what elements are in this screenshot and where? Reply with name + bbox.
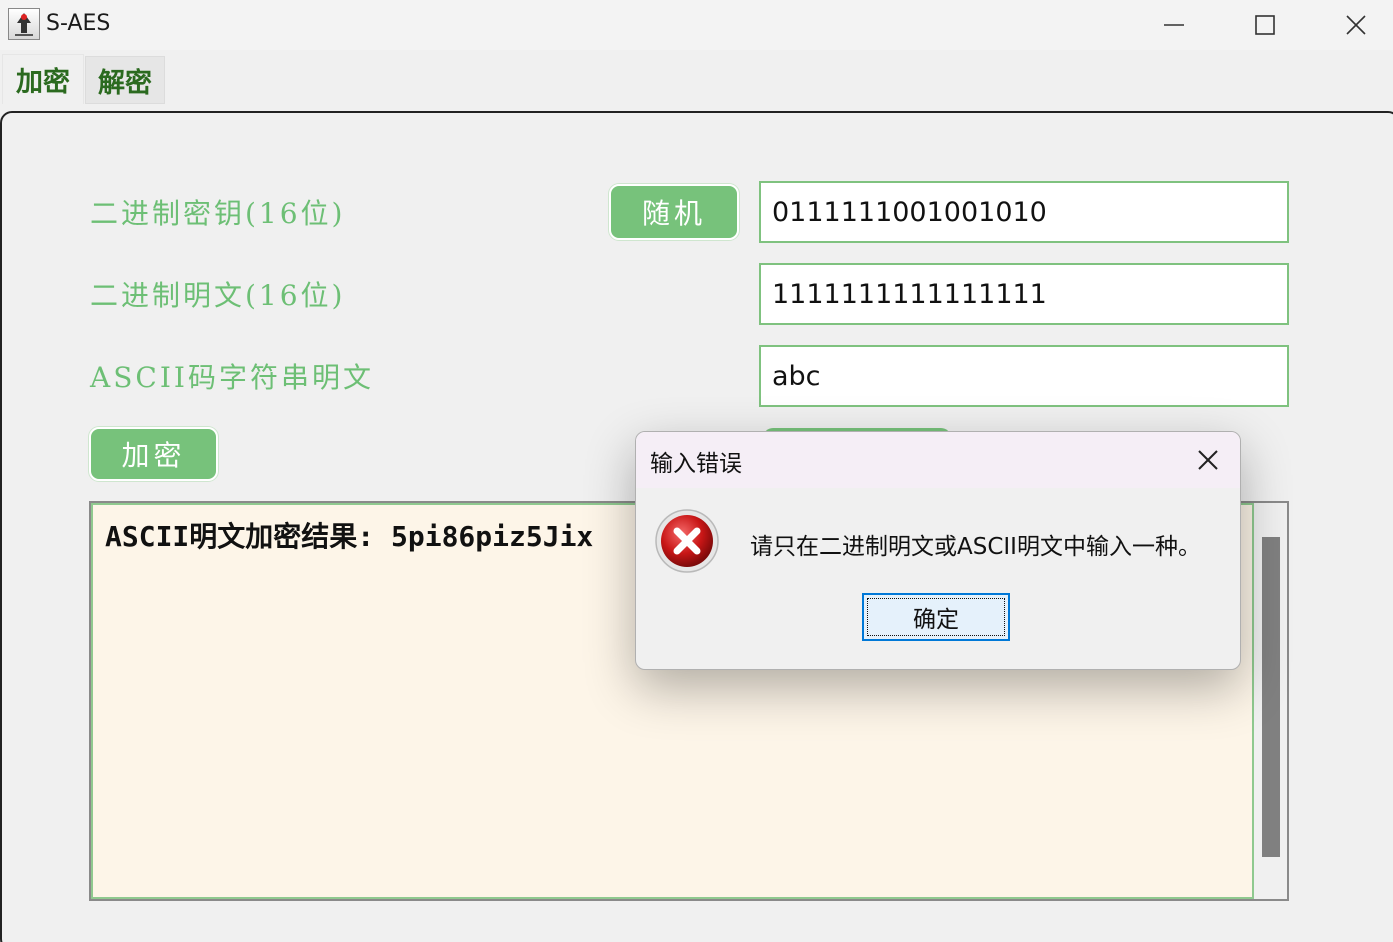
binary-plaintext-input[interactable]: 1111111111111111 — [759, 263, 1289, 325]
dialog-title-bar: 输入错误 — [636, 432, 1240, 488]
tab-encrypt[interactable]: 加密 — [2, 54, 84, 104]
ok-button[interactable]: 确定 — [862, 593, 1010, 641]
maximize-button[interactable] — [1219, 0, 1311, 50]
key-label: 二进制密钥(16位) — [90, 197, 346, 230]
vertical-scrollbar[interactable] — [1254, 503, 1287, 899]
close-icon — [1198, 450, 1218, 470]
close-window-button[interactable] — [1310, 0, 1393, 50]
scrollbar-thumb[interactable] — [1262, 537, 1280, 857]
close-icon — [1346, 15, 1366, 35]
dialog-close-button[interactable] — [1176, 432, 1240, 488]
maximize-icon — [1255, 15, 1275, 35]
random-key-button[interactable]: 随机 — [609, 184, 739, 240]
error-dialog: 输入错误 请只在二进制明文或ASCII明文中输入一种。 确定 — [635, 431, 1241, 670]
tab-decrypt[interactable]: 解密 — [85, 56, 165, 104]
window-title: S-AES — [46, 11, 111, 36]
ascii-plaintext-label: ASCII码字符串明文 — [90, 361, 374, 394]
error-icon — [655, 509, 719, 573]
tab-bar: 加密 解密 — [0, 52, 1393, 104]
output-text: ASCII明文加密结果: 5pi86piz5Jix — [105, 520, 594, 553]
title-bar: S-AES — [0, 0, 1393, 50]
dialog-message: 请只在二进制明文或ASCII明文中输入一种。 — [750, 534, 1201, 560]
key-input[interactable]: 0111111001001010 — [759, 181, 1289, 243]
binary-plaintext-label: 二进制明文(16位) — [90, 279, 346, 312]
dialog-title: 输入错误 — [650, 451, 742, 477]
minimize-button[interactable] — [1128, 0, 1220, 50]
ascii-plaintext-input[interactable]: abc — [759, 345, 1289, 407]
minimize-icon — [1164, 24, 1184, 26]
app-window: S-AES 加密 解密 二进制密钥(16位) 随机 01111110010010… — [0, 0, 1393, 942]
encrypt-button[interactable]: 加密 — [89, 427, 218, 481]
java-app-icon — [8, 8, 40, 40]
